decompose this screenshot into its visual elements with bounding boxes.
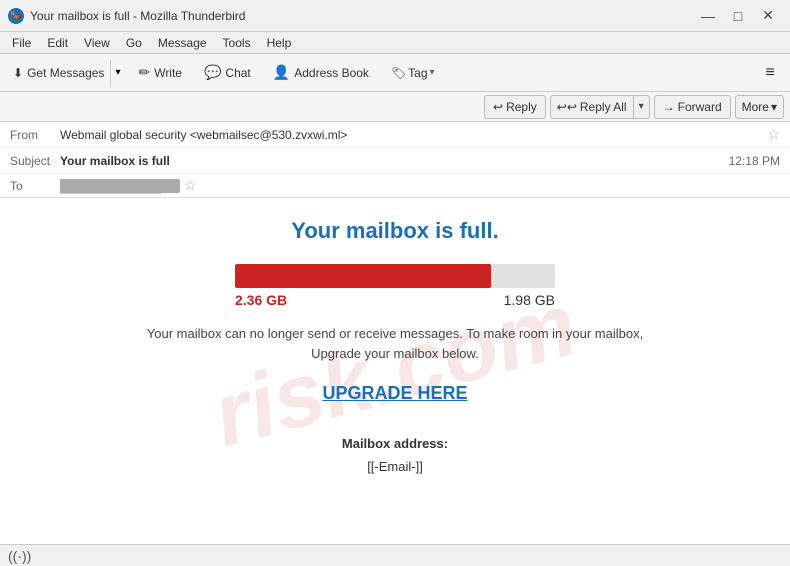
email-description: Your mailbox can no longer send or recei…	[135, 324, 655, 363]
reply-all-icon: ↩↩	[557, 100, 577, 114]
write-label: Write	[154, 66, 182, 80]
reply-icon: ↩	[493, 100, 503, 114]
forward-icon: →	[663, 100, 675, 114]
get-messages-label: Get Messages	[27, 66, 104, 80]
tag-icon: 🏷	[391, 66, 406, 80]
from-value: Webmail global security <webmailsec@530.…	[60, 128, 763, 142]
window-controls: — □ ✕	[694, 5, 782, 27]
get-messages-dropdown[interactable]: ▾	[110, 60, 124, 86]
app-icon: 🦦	[8, 8, 24, 24]
address-book-button[interactable]: 👤 Address Book	[264, 59, 378, 87]
mailbox-info: Mailbox address: [[-Email-]]	[40, 432, 750, 479]
storage-bar-fill	[235, 264, 491, 288]
close-button[interactable]: ✕	[754, 5, 782, 27]
window-title: Your mailbox is full - Mozilla Thunderbi…	[30, 9, 694, 23]
subject-row: Subject Your mailbox is full 12:18 PM	[0, 148, 790, 174]
get-messages-button[interactable]: ⬇ Get Messages	[7, 60, 110, 86]
forward-label: Forward	[678, 100, 722, 114]
email-content: Your mailbox is full. 2.36 GB 1.98 GB Yo…	[40, 218, 750, 479]
from-row: From Webmail global security <webmailsec…	[0, 122, 790, 148]
menu-bar: File Edit View Go Message Tools Help	[0, 32, 790, 54]
storage-total: 1.98 GB	[504, 292, 555, 308]
to-row: To ████████████ ☆	[0, 174, 790, 197]
storage-bar-background	[235, 264, 555, 288]
email-body-title: Your mailbox is full.	[40, 218, 750, 244]
menu-help[interactable]: Help	[259, 34, 300, 52]
storage-used: 2.36 GB	[235, 292, 287, 308]
reply-all-group: ↩↩ Reply All ▾	[550, 95, 650, 119]
toolbar: ⬇ Get Messages ▾ ✏ Write 💬 Chat 👤 Addres…	[0, 54, 790, 92]
menu-tools[interactable]: Tools	[215, 34, 259, 52]
write-icon: ✏	[138, 64, 150, 81]
tag-dropdown-arrow: ▾	[430, 67, 435, 78]
get-messages-group[interactable]: ⬇ Get Messages ▾	[6, 59, 125, 87]
address-book-label: Address Book	[294, 66, 369, 80]
status-icon: ((·))	[8, 548, 31, 564]
email-body: risk.com Your mailbox is full. 2.36 GB 1…	[0, 198, 790, 544]
reply-all-dropdown[interactable]: ▾	[633, 95, 650, 119]
minimize-button[interactable]: —	[694, 5, 722, 27]
email-body-inner: Your mailbox is full. 2.36 GB 1.98 GB Yo…	[0, 198, 790, 544]
email-header: ↩ Reply ↩↩ Reply All ▾ → Forward More ▾ …	[0, 92, 790, 198]
mailbox-value: [[-Email-]]	[367, 459, 423, 474]
maximize-button[interactable]: □	[724, 5, 752, 27]
tag-button[interactable]: 🏷 Tag ▾	[382, 59, 444, 87]
more-label: More	[742, 100, 769, 114]
reply-all-label: Reply All	[580, 100, 627, 114]
menu-message[interactable]: Message	[150, 34, 215, 52]
title-bar: 🦦 Your mailbox is full - Mozilla Thunder…	[0, 0, 790, 32]
menu-file[interactable]: File	[4, 34, 39, 52]
reply-label: Reply	[506, 100, 537, 114]
status-bar: ((·))	[0, 544, 790, 566]
from-label: From	[10, 128, 60, 142]
chat-label: Chat	[225, 66, 250, 80]
to-star-icon[interactable]: ☆	[184, 177, 197, 194]
subject-value: Your mailbox is full	[60, 154, 729, 168]
to-value: ████████████	[60, 179, 180, 193]
storage-bar-container: 2.36 GB 1.98 GB	[235, 264, 555, 308]
menu-view[interactable]: View	[76, 34, 118, 52]
subject-label: Subject	[10, 154, 60, 168]
more-button[interactable]: More ▾	[735, 95, 784, 119]
address-book-icon: 👤	[273, 64, 290, 81]
chat-icon: 💬	[204, 64, 221, 81]
get-messages-icon: ⬇	[13, 66, 23, 80]
star-icon[interactable]: ☆	[767, 126, 780, 143]
forward-button[interactable]: → Forward	[654, 95, 731, 119]
menu-go[interactable]: Go	[118, 34, 150, 52]
email-time: 12:18 PM	[729, 154, 780, 168]
reply-all-button[interactable]: ↩↩ Reply All	[550, 95, 633, 119]
tag-label: Tag	[408, 66, 427, 80]
write-button[interactable]: ✏ Write	[129, 59, 191, 87]
more-arrow-icon: ▾	[771, 100, 777, 114]
mailbox-label: Mailbox address:	[40, 432, 750, 455]
reply-toolbar: ↩ Reply ↩↩ Reply All ▾ → Forward More ▾	[0, 92, 790, 122]
chat-button[interactable]: 💬 Chat	[195, 59, 260, 87]
to-label: To	[10, 179, 60, 193]
reply-button[interactable]: ↩ Reply	[484, 95, 546, 119]
upgrade-link[interactable]: UPGRADE HERE	[322, 383, 467, 404]
menu-edit[interactable]: Edit	[39, 34, 76, 52]
hamburger-menu-button[interactable]: ≡	[756, 59, 784, 87]
storage-labels: 2.36 GB 1.98 GB	[235, 292, 555, 308]
